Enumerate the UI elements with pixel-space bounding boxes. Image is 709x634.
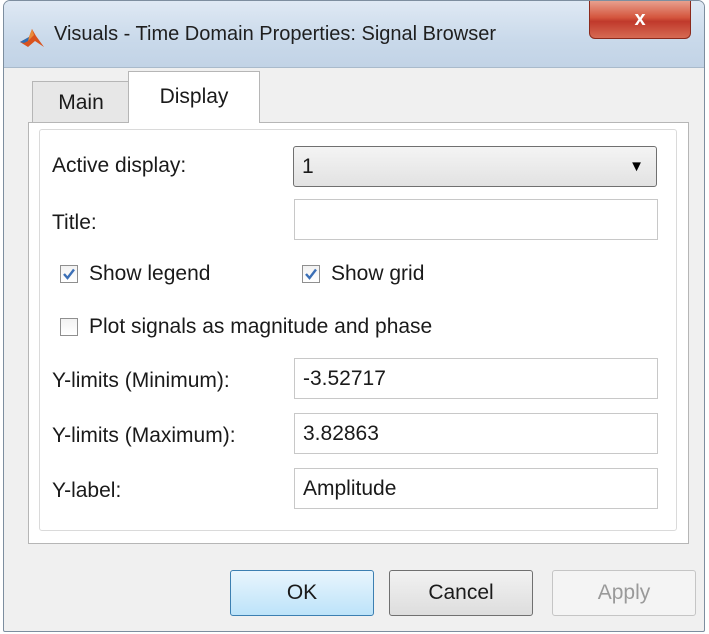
active-display-value: 1 [302, 155, 314, 178]
matlab-icon [20, 29, 44, 47]
dropdown-arrow-icon[interactable]: ▼ [629, 147, 644, 186]
title-label: Title: [52, 211, 97, 234]
show-legend-label: Show legend [89, 262, 211, 285]
checkmark-icon [63, 268, 75, 280]
ymax-input[interactable]: 3.82863 [294, 413, 658, 454]
tab-display[interactable]: Display [128, 71, 260, 123]
active-display-select[interactable]: 1 ▼ [293, 146, 657, 187]
checkmark-icon [305, 268, 317, 280]
ylabel-label: Y-label: [52, 479, 122, 502]
ymin-label: Y-limits (Minimum): [52, 369, 230, 392]
ylabel-input[interactable]: Amplitude [294, 468, 658, 509]
apply-button[interactable]: Apply [552, 570, 696, 616]
title-bar[interactable]: Visuals - Time Domain Properties: Signal… [4, 1, 704, 68]
ymin-input[interactable]: -3.52717 [294, 358, 658, 399]
cancel-button[interactable]: Cancel [389, 570, 533, 616]
close-button[interactable]: x [589, 1, 691, 39]
close-icon: x [634, 8, 646, 30]
show-grid-label: Show grid [331, 262, 425, 285]
tab-main[interactable]: Main [32, 81, 130, 123]
ymax-label: Y-limits (Maximum): [52, 424, 236, 447]
magnitude-phase-label: Plot signals as magnitude and phase [89, 315, 433, 338]
show-grid-checkbox[interactable] [302, 265, 320, 283]
title-input[interactable] [294, 199, 658, 240]
window-title: Visuals - Time Domain Properties: Signal… [54, 23, 497, 45]
ok-button[interactable]: OK [230, 570, 374, 616]
active-display-label: Active display: [52, 154, 187, 177]
show-legend-checkbox[interactable] [60, 265, 78, 283]
magnitude-phase-checkbox[interactable] [60, 318, 78, 336]
